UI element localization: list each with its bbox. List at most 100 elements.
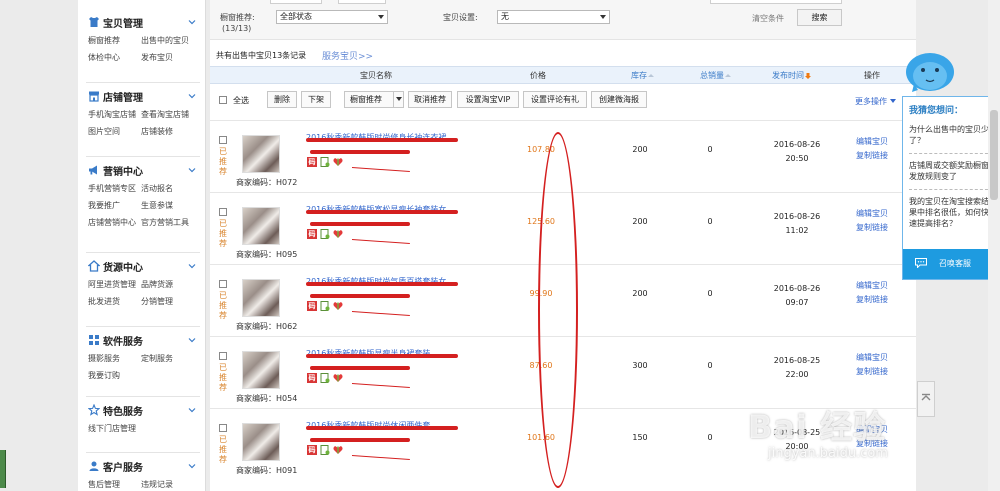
delete-button[interactable]: 删除 xyxy=(267,91,297,108)
item-setting-select[interactable]: 无 xyxy=(497,10,610,24)
set-vip-button[interactable]: 设置淘宝VIP xyxy=(457,91,519,108)
nav-link-subscribe[interactable]: 我要订购 xyxy=(88,368,141,384)
row-checkbox[interactable] xyxy=(219,136,227,144)
product-title-link[interactable]: 2016秋季新款韩版显瘦半身裙套装 xyxy=(306,348,458,374)
call-customer-service-button[interactable]: 召唤客服 xyxy=(903,249,997,279)
qr-code-icon[interactable]: 码 xyxy=(307,373,317,383)
select-all-checkbox[interactable] xyxy=(219,96,227,104)
copy-link-link[interactable]: 复制链接 xyxy=(856,365,888,379)
chevron-down-icon[interactable] xyxy=(188,166,196,174)
vertical-scrollbar[interactable] xyxy=(988,0,1000,491)
gift-heart-icon[interactable] xyxy=(333,229,343,239)
nav-link-publish[interactable]: 发布宝贝 xyxy=(141,50,194,66)
nav-link-image-space[interactable]: 图片空间 xyxy=(88,124,141,140)
nav-link-violations[interactable]: 违规记录 xyxy=(141,477,194,491)
help-question[interactable]: 我的宝贝在淘宝搜索结果中排名很低，如何快速提高排名？ xyxy=(909,196,993,229)
back-to-top-button[interactable] xyxy=(917,381,935,417)
cancel-recommend-button[interactable]: 取消推荐 xyxy=(408,91,452,108)
product-title-link[interactable]: 2016秋季新款韩版时尚休闲两件套 xyxy=(306,420,458,446)
filter-input-top[interactable] xyxy=(270,0,322,4)
col-header-sales[interactable]: 总销量 xyxy=(700,70,731,81)
nav-section-header[interactable]: 宝贝管理 xyxy=(88,14,200,30)
review-gift-button[interactable]: 设置评论有礼 xyxy=(523,91,587,108)
copy-link-link[interactable]: 复制链接 xyxy=(856,149,888,163)
copy-link-link[interactable]: 复制链接 xyxy=(856,221,888,235)
nav-section-header[interactable]: 特色服务 xyxy=(88,402,200,418)
nav-link-distribution[interactable]: 分销管理 xyxy=(141,294,194,310)
gift-heart-icon[interactable] xyxy=(333,301,343,311)
row-checkbox[interactable] xyxy=(219,424,227,432)
row-checkbox[interactable] xyxy=(219,280,227,288)
nav-section-header[interactable]: 客户服务 xyxy=(88,458,200,474)
chevron-down-icon[interactable] xyxy=(188,406,196,414)
nav-section-header[interactable]: 店铺管理 xyxy=(88,88,200,104)
dropdown-toggle[interactable] xyxy=(393,92,403,107)
edit-item-link[interactable]: 编辑宝贝 xyxy=(856,207,888,221)
qr-code-icon[interactable]: 码 xyxy=(307,157,317,167)
edit-item-link[interactable]: 编辑宝贝 xyxy=(856,279,888,293)
nav-link-events[interactable]: 活动报名 xyxy=(141,181,194,197)
nav-link-shop-marketing[interactable]: 店铺营销中心 xyxy=(88,215,141,231)
chevron-down-icon[interactable] xyxy=(188,262,196,270)
product-thumbnail[interactable] xyxy=(242,135,280,173)
product-title-link[interactable]: 2016秋季新款韩版时尚修身长袖连衣裙 xyxy=(306,132,458,158)
offline-button[interactable]: 下架 xyxy=(301,91,331,108)
nav-link-decoration[interactable]: 店铺装修 xyxy=(141,124,194,140)
nav-section-header[interactable]: 软件服务 xyxy=(88,332,200,348)
search-button[interactable]: 搜索 xyxy=(797,9,842,26)
phone-icon[interactable] xyxy=(320,445,330,455)
nav-link-wholesale[interactable]: 批发进货 xyxy=(88,294,141,310)
qr-code-icon[interactable]: 码 xyxy=(307,301,317,311)
row-checkbox[interactable] xyxy=(219,352,227,360)
nav-link-view-shop[interactable]: 查看淘宝店铺 xyxy=(141,107,194,123)
window-status-select[interactable]: 全部状态 xyxy=(276,10,388,24)
clear-filters-link[interactable]: 清空条件 xyxy=(752,13,784,24)
nav-link-ali-purchase[interactable]: 阿里进货管理 xyxy=(88,277,141,293)
product-title-link[interactable]: 2016秋季新款韩版宽松显瘦长袖套装女 xyxy=(306,204,458,230)
chevron-down-icon[interactable] xyxy=(188,92,196,100)
window-recommend-button[interactable]: 橱窗推荐 xyxy=(344,91,404,108)
phone-icon[interactable] xyxy=(320,373,330,383)
col-header-date[interactable]: 发布时间 xyxy=(772,70,811,81)
product-thumbnail[interactable] xyxy=(242,279,280,317)
nav-link-after-sales[interactable]: 售后管理 xyxy=(88,477,141,491)
nav-link-on-sale[interactable]: 出售中的宝贝 xyxy=(141,33,194,49)
qr-code-icon[interactable]: 码 xyxy=(307,445,317,455)
service-items-link[interactable]: 服务宝贝>> xyxy=(322,49,373,62)
nav-link-mobile-shop[interactable]: 手机淘宝店铺 xyxy=(88,107,141,123)
filter-input-top[interactable] xyxy=(710,0,842,4)
nav-section-header[interactable]: 货源中心 xyxy=(88,258,200,274)
product-thumbnail[interactable] xyxy=(242,351,280,389)
gift-heart-icon[interactable] xyxy=(333,373,343,383)
nav-link-official-tools[interactable]: 官方营销工具 xyxy=(141,215,194,231)
phone-icon[interactable] xyxy=(320,301,330,311)
qr-code-icon[interactable]: 码 xyxy=(307,229,317,239)
nav-section-header[interactable]: 营销中心 xyxy=(88,162,200,178)
product-thumbnail[interactable] xyxy=(242,423,280,461)
gift-heart-icon[interactable] xyxy=(333,157,343,167)
chevron-down-icon[interactable] xyxy=(188,462,196,470)
product-thumbnail[interactable] xyxy=(242,207,280,245)
side-collapse-tab[interactable] xyxy=(0,450,6,488)
nav-link-offline-store[interactable]: 线下门店管理 xyxy=(88,421,188,437)
gift-heart-icon[interactable] xyxy=(333,445,343,455)
copy-link-link[interactable]: 复制链接 xyxy=(856,293,888,307)
nav-link-photography[interactable]: 摄影服务 xyxy=(88,351,141,367)
product-title-link[interactable]: 2016秋季新款韩版时尚气质百搭套装女 xyxy=(306,276,458,302)
nav-link-custom-service[interactable]: 定制服务 xyxy=(141,351,194,367)
chevron-down-icon[interactable] xyxy=(188,18,196,26)
chevron-down-icon[interactable] xyxy=(188,336,196,344)
scrollbar-thumb[interactable] xyxy=(990,110,998,200)
phone-icon[interactable] xyxy=(320,157,330,167)
more-operations-link[interactable]: 更多操作 xyxy=(855,96,896,107)
edit-item-link[interactable]: 编辑宝贝 xyxy=(856,351,888,365)
col-header-stock[interactable]: 库存 xyxy=(631,70,654,81)
edit-item-link[interactable]: 编辑宝贝 xyxy=(856,135,888,149)
filter-input-top[interactable] xyxy=(338,0,386,4)
nav-link-promote[interactable]: 我要推广 xyxy=(88,198,141,214)
help-question[interactable]: 店铺周或交额奖励橱窗发放规则变了 xyxy=(909,160,993,182)
nav-link-window-recommend[interactable]: 橱窗推荐 xyxy=(88,33,141,49)
nav-link-brand-source[interactable]: 品牌货源 xyxy=(141,277,194,293)
nav-link-mobile-marketing[interactable]: 手机营销专区 xyxy=(88,181,141,197)
create-poster-button[interactable]: 创建微海报 xyxy=(591,91,647,108)
